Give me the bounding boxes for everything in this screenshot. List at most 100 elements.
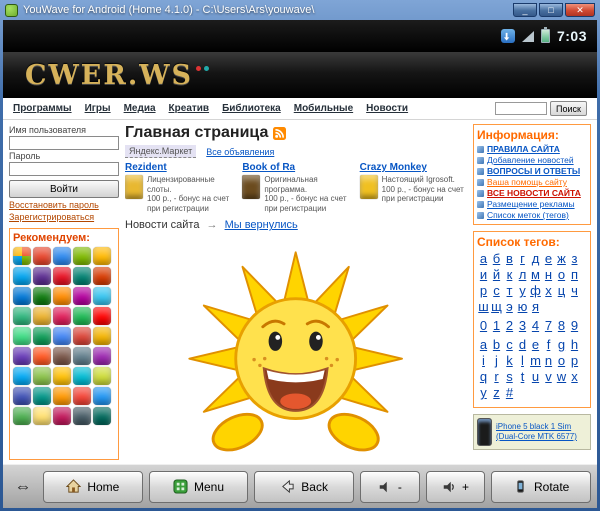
- nav-item[interactable]: Новости: [366, 103, 408, 114]
- tag-letter[interactable]: q: [477, 369, 490, 385]
- ad-title-link[interactable]: Rezident: [125, 162, 232, 173]
- title-bar[interactable]: YouWave for Android (Home 4.1.0) - C:\Us…: [3, 0, 597, 20]
- info-link[interactable]: ПРАВИЛА САЙТА: [487, 144, 560, 154]
- tag-letter[interactable]: y: [477, 385, 490, 401]
- software-icon[interactable]: [73, 367, 91, 385]
- tag-letter[interactable]: у: [516, 283, 529, 299]
- all-ads-link[interactable]: Все объявления: [206, 147, 274, 157]
- tag-letter[interactable]: c: [503, 337, 516, 353]
- software-icon[interactable]: [13, 247, 31, 265]
- info-link[interactable]: Ваша помощь сайту: [487, 177, 567, 187]
- nav-item[interactable]: Библиотека: [222, 103, 281, 114]
- tag-letter[interactable]: h: [568, 337, 581, 353]
- software-icon[interactable]: [33, 247, 51, 265]
- tag-letter[interactable]: r: [490, 369, 503, 385]
- tag-letter[interactable]: г: [516, 251, 529, 267]
- login-button[interactable]: Войти: [9, 180, 119, 198]
- software-icon[interactable]: [33, 367, 51, 385]
- software-icon[interactable]: [73, 347, 91, 365]
- software-icon[interactable]: [13, 387, 31, 405]
- software-icon[interactable]: [73, 247, 91, 265]
- search-button[interactable]: Поиск: [550, 101, 587, 116]
- software-icon[interactable]: [73, 307, 91, 325]
- tag-letter[interactable]: д: [529, 251, 542, 267]
- software-icon[interactable]: [33, 347, 51, 365]
- tag-letter[interactable]: t: [516, 369, 529, 385]
- info-link[interactable]: Размещение рекламы: [487, 199, 575, 209]
- software-icon[interactable]: [33, 407, 51, 425]
- info-link[interactable]: ВСЕ НОВОСТИ САЙТА: [487, 188, 581, 198]
- password-field[interactable]: [9, 162, 119, 176]
- software-icon[interactable]: [53, 347, 71, 365]
- tag-letter[interactable]: b: [490, 337, 503, 353]
- info-link[interactable]: ВОПРОСЫ И ОТВЕТЫ: [487, 166, 580, 176]
- tag-letter[interactable]: w: [555, 369, 568, 385]
- tag-letter[interactable]: х: [542, 283, 555, 299]
- tag-letter[interactable]: 7: [542, 318, 555, 334]
- tag-letter[interactable]: 4: [529, 318, 542, 334]
- software-icon[interactable]: [53, 247, 71, 265]
- tag-letter[interactable]: k: [503, 353, 516, 369]
- back-button[interactable]: Back: [254, 470, 354, 503]
- tag-letter[interactable]: с: [490, 283, 503, 299]
- ad-title-link[interactable]: Book of Ra: [242, 162, 349, 173]
- username-field[interactable]: [9, 136, 119, 150]
- software-icon[interactable]: [93, 287, 111, 305]
- tag-letter[interactable]: #: [503, 385, 516, 401]
- nav-item[interactable]: Игры: [85, 103, 111, 114]
- tag-letter[interactable]: 3: [516, 318, 529, 334]
- tag-letter[interactable]: ц: [555, 283, 568, 299]
- tag-letter[interactable]: u: [529, 369, 542, 385]
- tag-letter[interactable]: н: [542, 267, 555, 283]
- tag-letter[interactable]: л: [516, 267, 529, 283]
- tag-letter[interactable]: в: [503, 251, 516, 267]
- iphone-ad-banner[interactable]: iPhone 5 black 1 Sim (Dual-Core MTK 6577…: [473, 414, 591, 450]
- news-item-link[interactable]: Мы вернулись: [225, 219, 298, 231]
- software-icon[interactable]: [13, 307, 31, 325]
- tag-letter[interactable]: р: [477, 283, 490, 299]
- software-icon[interactable]: [53, 267, 71, 285]
- close-button[interactable]: ✕: [565, 3, 595, 17]
- software-icon[interactable]: [53, 367, 71, 385]
- nav-item[interactable]: Программы: [13, 103, 72, 114]
- software-icon[interactable]: [13, 287, 31, 305]
- tag-letter[interactable]: x: [568, 369, 581, 385]
- volume-up-button[interactable]: +: [425, 470, 486, 503]
- tag-letter[interactable]: з: [568, 251, 581, 267]
- tag-letter[interactable]: a: [477, 337, 490, 353]
- tag-letter[interactable]: о: [555, 267, 568, 283]
- tag-letter[interactable]: f: [542, 337, 555, 353]
- panel-toggle-icon[interactable]: ⇔: [9, 477, 37, 497]
- software-icon[interactable]: [93, 407, 111, 425]
- tag-letter[interactable]: ф: [529, 283, 542, 299]
- software-icon[interactable]: [73, 287, 91, 305]
- software-icon[interactable]: [33, 267, 51, 285]
- tag-letter[interactable]: ч: [568, 283, 581, 299]
- minimize-button[interactable]: _: [513, 3, 537, 17]
- software-icon[interactable]: [53, 407, 71, 425]
- tag-letter[interactable]: i: [477, 353, 490, 369]
- volume-down-button[interactable]: -: [359, 470, 420, 503]
- rss-icon[interactable]: [273, 126, 287, 140]
- tag-letter[interactable]: m: [529, 353, 542, 369]
- software-icon[interactable]: [93, 347, 111, 365]
- software-icon[interactable]: [93, 247, 111, 265]
- software-icon[interactable]: [93, 327, 111, 345]
- software-icon[interactable]: [73, 407, 91, 425]
- tag-letter[interactable]: 2: [503, 318, 516, 334]
- rotate-button[interactable]: Rotate: [491, 470, 591, 503]
- site-logo[interactable]: CWER.WS: [25, 60, 193, 91]
- software-icon[interactable]: [93, 367, 111, 385]
- software-icon[interactable]: [93, 267, 111, 285]
- tag-letter[interactable]: s: [503, 369, 516, 385]
- tag-letter[interactable]: э: [503, 299, 516, 315]
- tag-letter[interactable]: 1: [490, 318, 503, 334]
- software-icon[interactable]: [33, 287, 51, 305]
- tag-letter[interactable]: ю: [516, 299, 529, 315]
- tag-letter[interactable]: z: [490, 385, 503, 401]
- yandex-market-link[interactable]: Яндекс.Маркет: [125, 145, 197, 158]
- software-icon[interactable]: [53, 327, 71, 345]
- tag-letter[interactable]: d: [516, 337, 529, 353]
- tag-letter[interactable]: к: [503, 267, 516, 283]
- software-icon[interactable]: [33, 307, 51, 325]
